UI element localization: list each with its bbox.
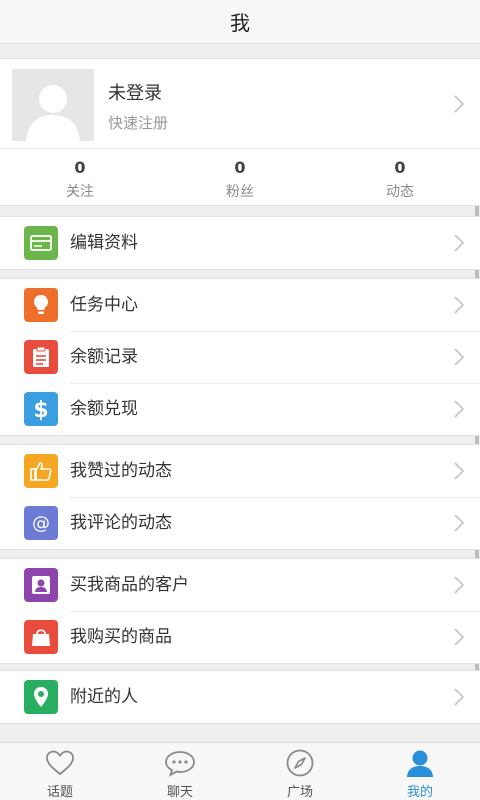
profile-name: 未登录	[108, 83, 162, 104]
location-icon	[24, 680, 58, 714]
menu-item-customers[interactable]: 买我商品的客户	[0, 559, 480, 611]
menu-item-label: 编辑资料	[70, 233, 138, 253]
chevron-right-icon	[454, 628, 464, 646]
main-content[interactable]: 未登录 快速注册 0 关注 0 粉丝 0 动态 编辑资料 任务中心 余额记录 $…	[0, 44, 480, 742]
page-title: 我	[230, 11, 250, 35]
menu-item-label: 余额兑现	[70, 399, 138, 419]
bag-icon	[24, 620, 58, 654]
at-icon: @	[24, 506, 58, 540]
menu-item-label: 我评论的动态	[70, 513, 172, 533]
menu-item-nearby[interactable]: 附近的人	[0, 671, 480, 723]
menu-group-commerce: 买我商品的客户 我购买的商品	[0, 558, 480, 664]
chevron-right-icon	[454, 514, 464, 532]
stat-posts-count: 0	[394, 158, 406, 177]
tab-label: 话题	[46, 785, 73, 800]
chevron-right-icon	[454, 296, 464, 314]
menu-item-label: 余额记录	[70, 347, 138, 367]
menu-item-balance-withdraw[interactable]: $ 余额兑现	[0, 383, 480, 435]
heart-icon	[43, 748, 77, 778]
card-icon	[24, 226, 58, 260]
tab-chat[interactable]: 聊天	[120, 743, 240, 800]
compass-icon	[283, 748, 317, 778]
chevron-right-icon	[454, 688, 464, 706]
chevron-right-icon	[454, 234, 464, 252]
svg-text:@: @	[32, 513, 50, 534]
menu-item-label: 我购买的商品	[70, 627, 172, 647]
dollar-icon: $	[24, 392, 58, 426]
stat-following-label: 关注	[66, 184, 94, 200]
chat-bubble-icon	[163, 748, 197, 778]
menu-group-profile: 编辑资料	[0, 216, 480, 270]
bottom-tab-bar: 话题 聊天 广场 我的	[0, 742, 480, 800]
avatar[interactable]	[12, 69, 94, 141]
user-icon	[403, 748, 437, 778]
menu-item-edit-profile[interactable]: 编辑资料	[0, 217, 480, 269]
clipboard-icon	[24, 340, 58, 374]
stat-followers-count: 0	[234, 158, 246, 177]
menu-item-label: 买我商品的客户	[70, 575, 189, 595]
svg-text:$: $	[33, 398, 48, 421]
top-bar: 我	[0, 0, 480, 44]
tab-label: 聊天	[166, 785, 193, 800]
quick-register-link[interactable]: 快速注册	[108, 112, 168, 133]
stat-posts-label: 动态	[386, 184, 414, 200]
thumbs-up-icon	[24, 454, 58, 488]
tab-label: 广场	[286, 785, 313, 800]
tab-me[interactable]: 我的	[360, 743, 480, 800]
menu-group-wallet: 任务中心 余额记录 $ 余额兑现	[0, 278, 480, 436]
stat-following[interactable]: 0 关注	[0, 149, 160, 205]
menu-item-label: 任务中心	[70, 295, 138, 315]
menu-item-label: 附近的人	[70, 687, 138, 707]
stat-posts[interactable]: 0 动态	[320, 149, 480, 205]
chevron-right-icon	[454, 95, 464, 113]
menu-item-task-center[interactable]: 任务中心	[0, 279, 480, 331]
person-icon	[24, 568, 58, 602]
menu-item-liked-posts[interactable]: 我赞过的动态	[0, 445, 480, 497]
menu-item-purchases[interactable]: 我购买的商品	[0, 611, 480, 663]
tab-topics[interactable]: 话题	[0, 743, 120, 800]
tab-square[interactable]: 广场	[240, 743, 360, 800]
chevron-right-icon	[454, 576, 464, 594]
stats-bar: 0 关注 0 粉丝 0 动态	[0, 148, 480, 206]
lightbulb-icon	[24, 288, 58, 322]
menu-group-nearby: 附近的人	[0, 670, 480, 724]
profile-card[interactable]: 未登录 快速注册	[0, 58, 480, 148]
stat-followers-label: 粉丝	[226, 184, 254, 200]
menu-item-label: 我赞过的动态	[70, 461, 172, 481]
menu-item-balance-record[interactable]: 余额记录	[0, 331, 480, 383]
tab-label: 我的	[406, 785, 433, 800]
menu-group-activity: 我赞过的动态 @ 我评论的动态	[0, 444, 480, 550]
stat-followers[interactable]: 0 粉丝	[160, 149, 320, 205]
chevron-right-icon	[454, 400, 464, 418]
chevron-right-icon	[454, 348, 464, 366]
chevron-right-icon	[454, 462, 464, 480]
stat-following-count: 0	[74, 158, 86, 177]
menu-item-commented-posts[interactable]: @ 我评论的动态	[0, 497, 480, 549]
